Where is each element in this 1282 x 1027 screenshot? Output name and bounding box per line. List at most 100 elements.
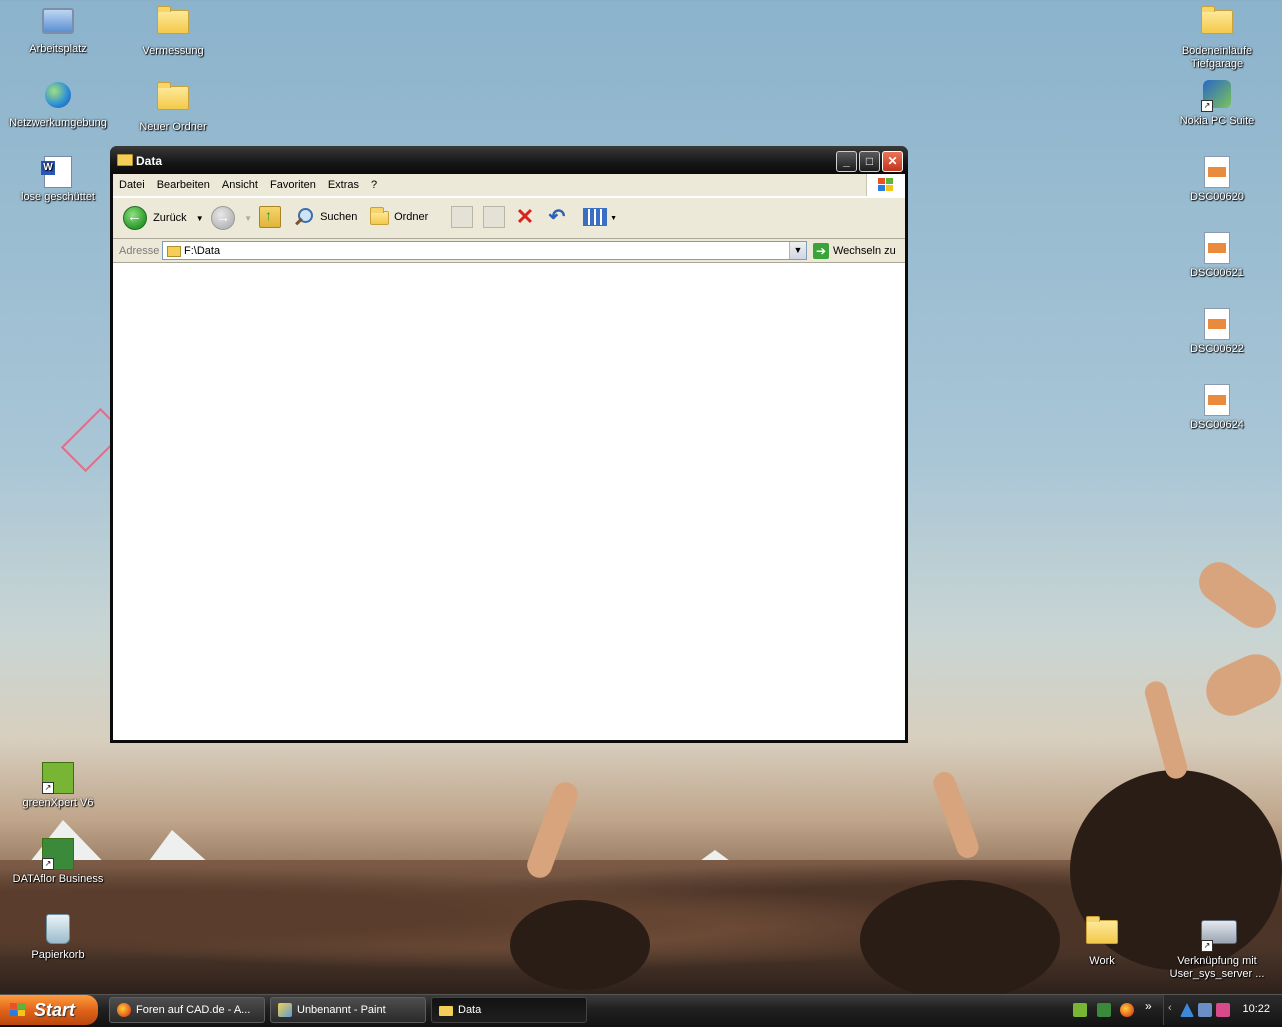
copy-to-icon: [483, 206, 505, 229]
window-title: Data: [136, 154, 163, 168]
network-tray-icon[interactable]: [1198, 1003, 1212, 1017]
desktop-icon-dsc00622[interactable]: DSC00622: [1162, 308, 1272, 356]
views-button[interactable]: ▼: [583, 206, 617, 230]
taskbar-button-data[interactable]: Data: [431, 997, 587, 1023]
greenxpert-shortcut-icon: ↗: [42, 762, 74, 794]
copy-to-button[interactable]: [483, 206, 505, 230]
forward-button[interactable]: ▼: [211, 206, 252, 230]
address-dropdown-button[interactable]: ▼: [789, 242, 806, 259]
desktop-icon-neuer-ordner[interactable]: Neuer Ordner: [118, 80, 228, 134]
folder-icon: [439, 1006, 453, 1016]
desktop-icon-netzwerkumgebung[interactable]: Netzwerkumgebung: [3, 80, 113, 130]
search-button[interactable]: Suchen: [295, 206, 357, 230]
menu-bar: Datei Bearbeiten Ansicht Favoriten Extras?: [113, 174, 905, 197]
folder-icon: [157, 82, 189, 118]
desktop-icon-nokia-pc-suite[interactable]: ↗ Nokia PC Suite: [1162, 80, 1272, 128]
desktop-icon-lose-geschuettet[interactable]: W lose geschüttet: [3, 156, 113, 204]
window-titlebar[interactable]: Data _ □ ✕: [110, 146, 908, 174]
desktop-icon-dsc00621[interactable]: DSC00621: [1162, 232, 1272, 280]
undo-button[interactable]: ↶: [547, 206, 567, 230]
delete-button[interactable]: ✕: [515, 206, 535, 230]
address-input[interactable]: F:\Data ▼: [162, 241, 807, 260]
desktop-icon-label: DATAflor Business: [12, 873, 104, 885]
folders-button[interactable]: Ordner: [369, 206, 428, 230]
desktop-icon-dsc00620[interactable]: DSC00620: [1162, 156, 1272, 204]
back-label: Zurück: [153, 211, 187, 224]
nokia-pc-suite-shortcut-icon: ↗: [1201, 80, 1233, 112]
windows-logo-icon: [866, 174, 905, 196]
desktop-icon-label: Netzwerkumgebung: [9, 117, 107, 129]
go-button[interactable]: ➔ Wechseln zu: [813, 242, 896, 260]
desktop-icon-label: DSC00624: [1190, 419, 1244, 431]
network-places-icon: [42, 82, 74, 114]
windows-logo-icon: [10, 1003, 26, 1017]
greenxpert-quicklaunch-icon[interactable]: [1073, 1003, 1087, 1017]
clock[interactable]: 10:22: [1242, 1003, 1270, 1015]
menu-favoriten[interactable]: Favoriten: [264, 174, 322, 191]
desktop-icon-arbeitsplatz[interactable]: Arbeitsplatz: [3, 4, 113, 56]
address-label: Adresse: [119, 245, 160, 257]
desktop-icon-label: Work: [1089, 955, 1115, 967]
start-label: Start: [34, 1000, 76, 1020]
menu-help[interactable]: ?: [365, 174, 383, 191]
desktop-icon-label: Vermessung: [142, 45, 204, 57]
desktop-icon-dsc00624[interactable]: DSC00624: [1162, 384, 1272, 432]
taskbar-button-firefox[interactable]: Foren auf CAD.de - A...: [109, 997, 265, 1023]
move-to-button[interactable]: [451, 206, 473, 230]
delete-x-icon: ✕: [515, 204, 535, 230]
maximize-button[interactable]: □: [859, 151, 880, 172]
word-document-icon: W: [41, 156, 74, 188]
image-file-icon: [1201, 156, 1233, 188]
explorer-window: Data _ □ ✕ Datei Bearbeiten Ansicht Favorit…: [110, 146, 908, 743]
chevron-down-icon[interactable]: ▼: [196, 214, 204, 223]
standard-toolbar: Zurück ▼ ▼ ↑ Suchen Ordner ✕ ↶: [113, 197, 905, 239]
folder-icon: [1201, 6, 1233, 42]
taskbar-button-label: Unbenannt - Paint: [297, 1004, 386, 1016]
desktop-icon-dataflor[interactable]: ↗ DATAflor Business: [3, 838, 113, 886]
folders-label: Ordner: [394, 211, 429, 223]
minimize-button[interactable]: _: [836, 151, 857, 172]
system-tray: ‹ 10:22: [1163, 995, 1282, 1025]
back-arrow-icon: [123, 206, 147, 230]
tray-expand-icon[interactable]: ‹: [1168, 1002, 1172, 1014]
firefox-quicklaunch-icon[interactable]: [1120, 1003, 1134, 1017]
desktop-icon-greenxpert[interactable]: ↗ greenXpert V6: [3, 762, 113, 810]
image-file-icon: [1201, 384, 1233, 416]
desktop-icon-label: Nokia PC Suite: [1179, 115, 1255, 127]
chevron-down-icon: ▼: [610, 215, 617, 222]
image-file-icon: [1201, 308, 1233, 340]
back-button[interactable]: Zurück ▼: [123, 206, 204, 230]
quicklaunch-chevron[interactable]: »: [1145, 999, 1152, 1013]
up-folder-button[interactable]: ↑: [259, 206, 281, 230]
recycle-bin-icon: [42, 914, 74, 946]
desktop-icon-user-sys-server[interactable]: ↗ Verknüpfung mit User_sys_server ...: [1162, 914, 1272, 981]
search-label: Suchen: [320, 211, 358, 223]
desktop-icon-work[interactable]: Work: [1047, 914, 1157, 968]
desktop-icon-label: DSC00620: [1190, 191, 1244, 203]
folder-icon: [117, 154, 133, 166]
menu-extras[interactable]: Extras: [322, 174, 365, 191]
warning-tray-icon[interactable]: [1180, 1003, 1194, 1017]
desktop-icon-vermessung[interactable]: Vermessung: [118, 4, 228, 58]
folder-icon: [1086, 916, 1118, 952]
menu-datei[interactable]: Datei: [113, 174, 151, 191]
desktop-icon-label: Papierkorb: [31, 949, 85, 961]
menu-ansicht[interactable]: Ansicht: [216, 174, 264, 191]
chevron-down-icon: ▼: [244, 213, 252, 223]
folder-icon: [167, 246, 181, 257]
start-button[interactable]: Start: [0, 995, 98, 1025]
desktop-icon-label: Bodeneinläufe Tiefgarage: [1181, 45, 1253, 70]
desktop-icon-bodeneinlaeufe[interactable]: Bodeneinläufe Tiefgarage: [1162, 4, 1272, 71]
image-file-icon: [1201, 232, 1233, 264]
desktop-icon-label: DSC00621: [1190, 267, 1244, 279]
go-arrow-icon: ➔: [813, 243, 829, 260]
dataflor-quicklaunch-icon[interactable]: [1097, 1003, 1111, 1017]
desktop-icon-papierkorb[interactable]: Papierkorb: [3, 914, 113, 962]
close-button[interactable]: ✕: [882, 151, 903, 172]
taskbar-button-paint[interactable]: Unbenannt - Paint: [270, 997, 426, 1023]
app-tray-icon[interactable]: [1216, 1003, 1230, 1017]
folder-content-pane[interactable]: [113, 262, 905, 740]
taskbar-button-label: Data: [458, 1004, 482, 1016]
taskbar-button-label: Foren auf CAD.de - A...: [136, 1004, 251, 1016]
menu-bearbeiten[interactable]: Bearbeiten: [151, 174, 216, 191]
